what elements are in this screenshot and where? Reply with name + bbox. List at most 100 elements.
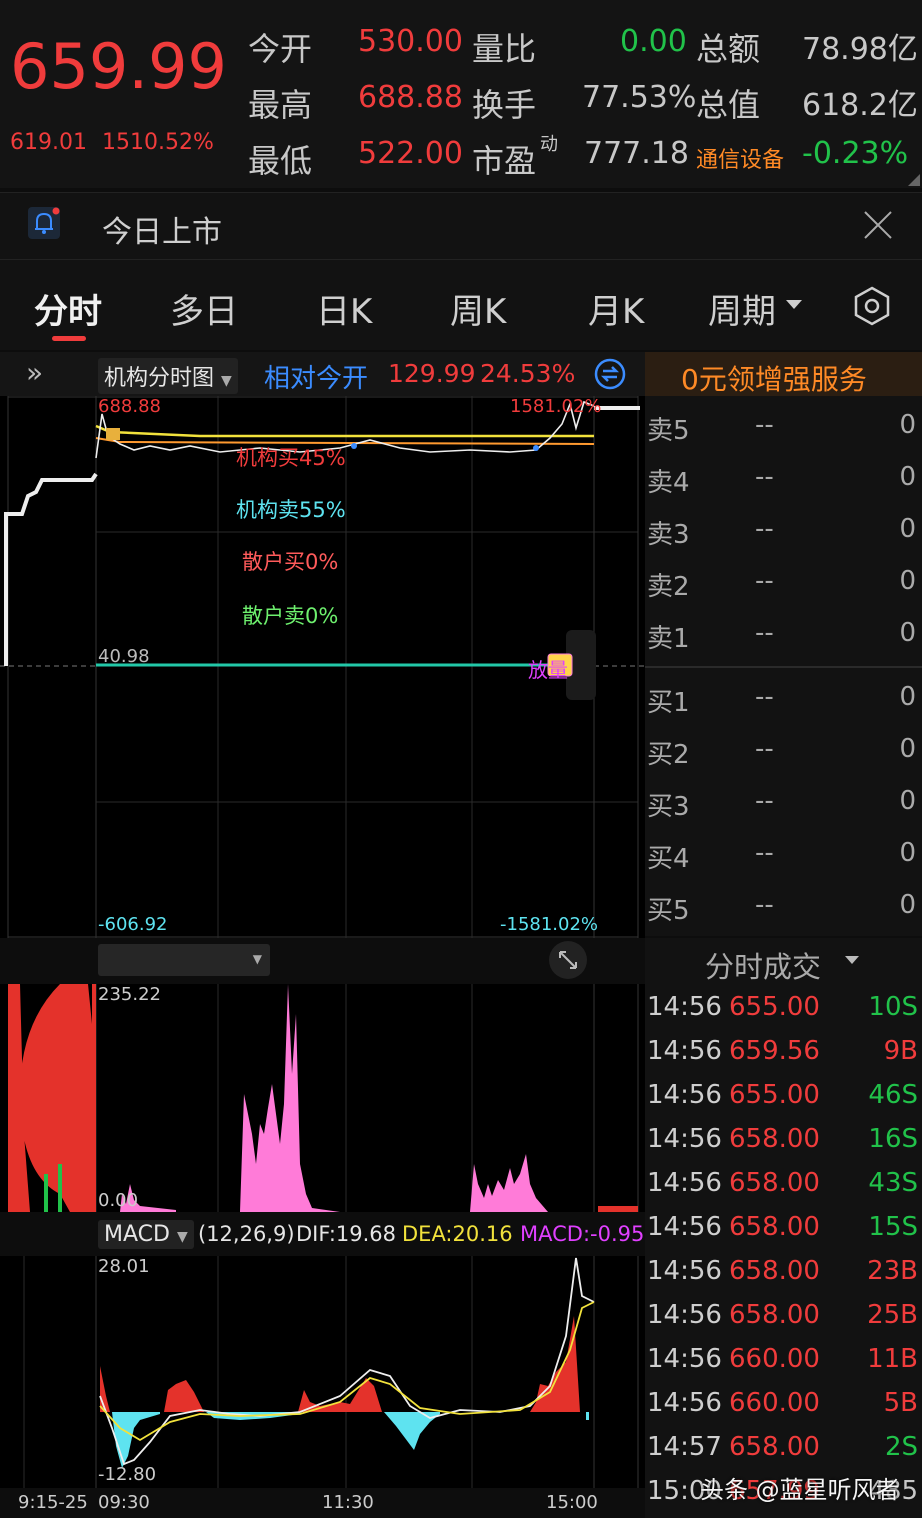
period-dropdown-icon[interactable] (786, 300, 802, 309)
chevron-down-icon: ▼ (252, 952, 262, 966)
volume-chart-svg (8, 984, 639, 1212)
bid-row[interactable]: 买1 -- 0 (645, 672, 922, 724)
macd-dif: DIF:19.68 (296, 1222, 397, 1246)
pe-label: 市盈 (472, 142, 537, 180)
order-book: 卖5 -- 0 卖4 -- 0 卖3 -- 0 卖2 -- 0 卖1 -- 0 买1 -- 0 买2 --… (645, 396, 922, 936)
price-high-label: 688.88 (98, 396, 161, 417)
trade-row: 14:56 658.00 15S (647, 1212, 918, 1242)
volume-min-label: 0.00 (98, 1190, 139, 1211)
retail-buy-text: 散户买0% (242, 550, 339, 574)
trade-row: 14:56 658.00 23B (647, 1256, 918, 1286)
ask-row[interactable]: 卖4 -- 0 (645, 452, 922, 504)
tab-intraday[interactable]: 分时 (34, 284, 102, 333)
bid-row[interactable]: 买4 -- 0 (645, 828, 922, 880)
price-low-label: -606.92 (98, 914, 168, 935)
low-label: 最低 (248, 142, 313, 180)
ask-row[interactable]: 卖5 -- 0 (645, 400, 922, 452)
ask-row[interactable]: 卖2 -- 0 (645, 556, 922, 608)
high-label: 最高 (248, 86, 313, 124)
fullscreen-icon[interactable] (548, 940, 588, 980)
trade-row: 14:56 658.00 16S (647, 1124, 918, 1154)
tab-period[interactable]: 周期 (708, 284, 776, 333)
retail-sell-text: 散户卖0% (242, 604, 339, 628)
macd-label: MACD (104, 1222, 170, 1247)
macd-min-label: -12.80 (98, 1464, 157, 1485)
high-value: 688.88 (358, 80, 463, 115)
promo-text: 0元领增强服务 (681, 363, 867, 396)
open-value: 530.00 (358, 24, 463, 59)
institution-buy-text: 机构买45% (236, 446, 346, 470)
period-tabs: 分时 多日 日K 周K 月K 周期 (0, 260, 922, 350)
settings-icon[interactable] (852, 286, 892, 326)
last-price: 659.99 (10, 30, 227, 103)
volume-surge-tag: 放量 (528, 658, 568, 682)
turnover-amount-label: 总额 (696, 30, 761, 68)
trade-row: 14:56 658.00 25B (647, 1300, 918, 1330)
expand-panel-icon[interactable]: » (26, 356, 43, 389)
institution-sell-text: 机构卖55% (236, 498, 346, 522)
sector-link[interactable]: 通信设备 (696, 142, 784, 174)
tab-weekly-k[interactable]: 周K (450, 284, 506, 333)
chart-toolbar: » 机构分时图 ▼ 相对今开 129.99 24.53% (0, 352, 645, 396)
macd-header: MACD ▼ (12,26,9) DIF:19.68 DEA:20.16 MAC… (0, 1214, 645, 1256)
listing-banner: 今日上市 (0, 192, 922, 260)
macd-chart[interactable]: 28.01 -12.80 (0, 1256, 645, 1488)
chart-mode-select[interactable]: 机构分时图 ▼ (98, 358, 238, 394)
trade-row: 14:57 658.00 2S (647, 1432, 918, 1462)
volume-chart[interactable]: 235.22 0.00 (0, 984, 645, 1212)
chart-mode-label: 机构分时图 (104, 366, 215, 391)
trade-row: 14:56 655.00 46S (647, 1080, 918, 1110)
trade-row: 14:56 655.00 10S (647, 992, 918, 1022)
price-change: 619.01 (10, 130, 87, 155)
turnover-rate-value: 77.53% (582, 80, 697, 115)
pe-dynamic-sup: 动 (540, 134, 558, 155)
volume-ratio-value: 0.00 (620, 24, 687, 59)
bid-row[interactable]: 买2 -- 0 (645, 724, 922, 776)
ask-row[interactable]: 卖3 -- 0 (645, 504, 922, 556)
price-mid-label: 40.98 (98, 646, 150, 667)
watermark: 头条 @蓝星听风者 (700, 1476, 900, 1504)
trade-row: 14:56 658.00 43S (647, 1168, 918, 1198)
tab-monthly-k[interactable]: 月K (588, 284, 644, 333)
low-value: 522.00 (358, 136, 463, 171)
bid-row[interactable]: 买3 -- 0 (645, 776, 922, 828)
price-change-pct: 1510.52% (102, 130, 214, 155)
relative-open-label: 相对今开 (264, 364, 369, 394)
turnover-amount-value: 78.98亿 (802, 32, 918, 67)
time-open: 09:30 (98, 1492, 150, 1513)
market-cap-label: 总值 (696, 86, 761, 124)
macd-dea: DEA:20.16 (402, 1222, 513, 1246)
market-cap-value: 618.2亿 (802, 88, 918, 123)
relative-open-value: 129.99 (388, 359, 476, 388)
price-high-pct-label: 1581.02% (510, 396, 602, 417)
ask-row[interactable]: 卖1 -- 0 (645, 608, 922, 660)
macd-params: (12,26,9) (198, 1222, 295, 1246)
book-divider (645, 666, 922, 668)
relative-open-pct: 24.53% (480, 359, 576, 388)
tick-trades: 分时成交 14:56 655.00 10S 14:56 659.56 9B 14:56 6… (645, 938, 922, 1518)
volume-ratio-label: 量比 (472, 30, 537, 68)
close-icon[interactable] (862, 209, 894, 241)
macd-chart-svg (23, 1256, 639, 1488)
tab-daily-k[interactable]: 日K (316, 284, 372, 333)
intraday-price-chart[interactable]: 688.88 1581.02% 机构买45% 机构卖55% 散户买0% 散户卖0… (0, 396, 645, 938)
bid-row[interactable]: 买5 -- 0 (645, 880, 922, 932)
promo-banner[interactable]: 0元领增强服务 (645, 352, 922, 396)
pe-value: 777.18 (584, 136, 689, 171)
time-midday: 11:30 (322, 1492, 374, 1513)
quote-header: 659.99 619.01 1510.52% 今开 530.00 量比 0.00… (0, 0, 922, 188)
tab-multi-day[interactable]: 多日 (170, 284, 238, 333)
time-axis: 9:15-25 09:30 11:30 15:00 (0, 1488, 645, 1518)
trades-dropdown-icon[interactable] (845, 956, 859, 964)
macd-select[interactable]: MACD ▼ (98, 1220, 194, 1249)
trades-title[interactable]: 分时成交 (705, 944, 821, 986)
chevron-down-icon: ▼ (221, 373, 232, 389)
macd-value: MACD:-0.95 (520, 1222, 645, 1246)
switch-icon[interactable] (594, 358, 626, 390)
expand-corner-icon[interactable] (908, 174, 920, 186)
trade-row: 14:56 660.00 11B (647, 1344, 918, 1374)
bell-icon[interactable] (26, 205, 62, 241)
volume-max-label: 235.22 (98, 984, 161, 1005)
chevron-down-icon: ▼ (176, 1229, 188, 1245)
volume-indicator-select[interactable]: ▼ (98, 944, 270, 976)
